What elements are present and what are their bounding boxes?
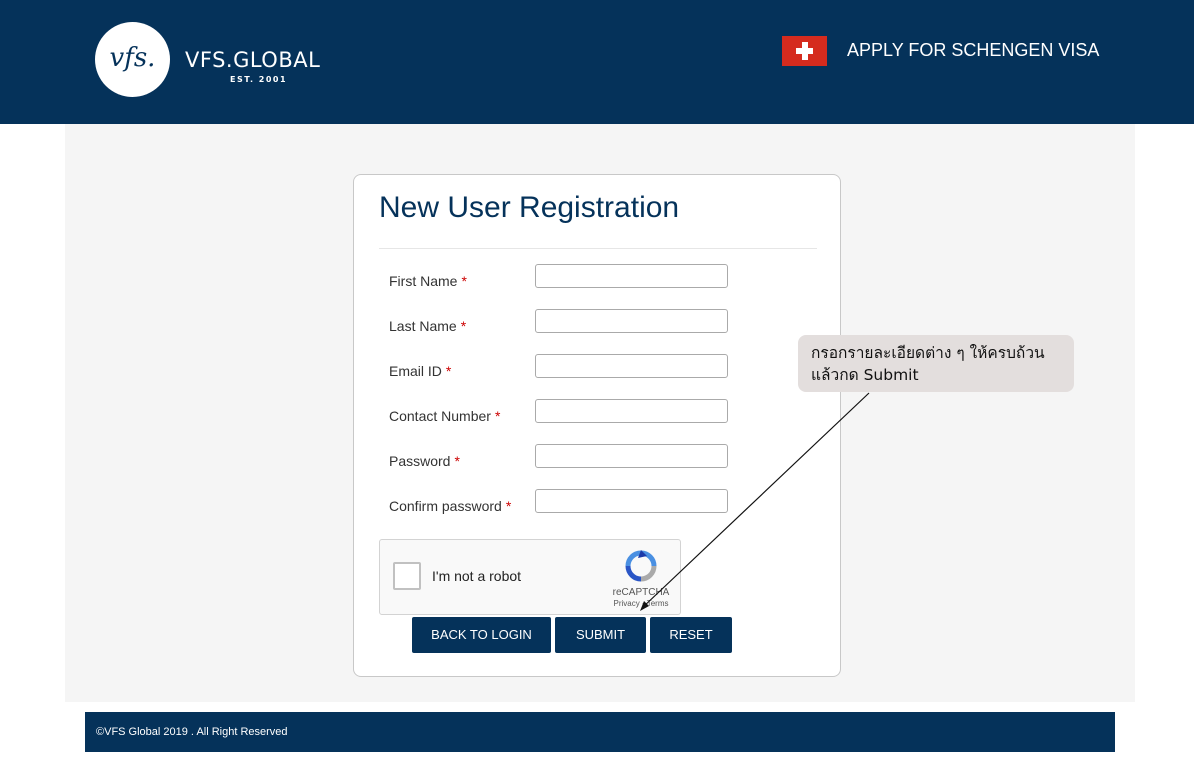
logo-mark: vfs.: [109, 43, 156, 73]
email-label: Email ID *: [389, 363, 452, 379]
recaptcha-checkbox[interactable]: [393, 562, 421, 590]
callout-line-1: กรอกรายละเอียดต่าง ๆ ให้ครบถ้วน: [811, 344, 1045, 362]
required-marker: *: [494, 408, 501, 424]
recaptcha-privacy-link[interactable]: Privacy: [614, 599, 640, 608]
last-name-row: Last Name *: [389, 309, 789, 343]
back-to-login-button[interactable]: BACK TO LOGIN: [412, 617, 551, 653]
required-marker: *: [460, 318, 467, 334]
swiss-flag-icon: [782, 36, 827, 66]
confirm-password-row: Confirm password *: [389, 489, 789, 523]
required-marker: *: [445, 363, 452, 379]
instruction-callout: กรอกรายละเอียดต่าง ๆ ให้ครบถ้วน แล้วกด S…: [798, 335, 1074, 392]
recaptcha-widget: I'm not a robot reCAPTCHA Privacy - Term…: [379, 539, 681, 615]
password-label: Password *: [389, 453, 460, 469]
recaptcha-brand: reCAPTCHA: [612, 587, 670, 598]
site-footer: ©VFS Global 2019 . All Right Reserved: [85, 712, 1115, 752]
vfs-logo[interactable]: vfs.: [95, 22, 170, 97]
contact-number-input[interactable]: [535, 399, 728, 423]
recaptcha-terms-link[interactable]: Terms: [647, 599, 669, 608]
password-row: Password *: [389, 444, 789, 478]
required-marker: *: [454, 453, 460, 469]
page-title: New User Registration: [379, 191, 680, 224]
email-input[interactable]: [535, 354, 728, 378]
first-name-label: First Name *: [389, 273, 467, 289]
contact-number-label: Contact Number *: [389, 408, 501, 424]
first-name-row: First Name *: [389, 264, 789, 298]
last-name-label: Last Name *: [389, 318, 467, 334]
brand-name: VFS.GLOBAL: [185, 48, 321, 72]
recaptcha-logo-icon: [625, 550, 657, 582]
registration-card: New User Registration First Name * Last N…: [353, 174, 841, 677]
contact-number-row: Contact Number *: [389, 399, 789, 433]
brand-tagline: EST. 2001: [230, 75, 288, 84]
apply-schengen-visa-link[interactable]: APPLY FOR SCHENGEN VISA: [847, 39, 1099, 61]
password-input[interactable]: [535, 444, 728, 468]
email-row: Email ID *: [389, 354, 789, 388]
confirm-password-input[interactable]: [535, 489, 728, 513]
confirm-password-label: Confirm password *: [389, 498, 512, 514]
required-marker: *: [461, 273, 467, 289]
first-name-input[interactable]: [535, 264, 728, 288]
submit-button[interactable]: SUBMIT: [555, 617, 646, 653]
site-header: vfs. VFS.GLOBAL EST. 2001 APPLY FOR SCHE…: [0, 0, 1194, 124]
copyright-text: ©VFS Global 2019 . All Right Reserved: [96, 726, 288, 738]
title-divider: [379, 248, 817, 249]
reset-button[interactable]: RESET: [650, 617, 732, 653]
last-name-input[interactable]: [535, 309, 728, 333]
recaptcha-label: I'm not a robot: [432, 568, 522, 584]
recaptcha-links: Privacy - Terms: [613, 599, 669, 608]
required-marker: *: [505, 498, 512, 514]
callout-line-2: แล้วกด Submit: [811, 366, 919, 384]
